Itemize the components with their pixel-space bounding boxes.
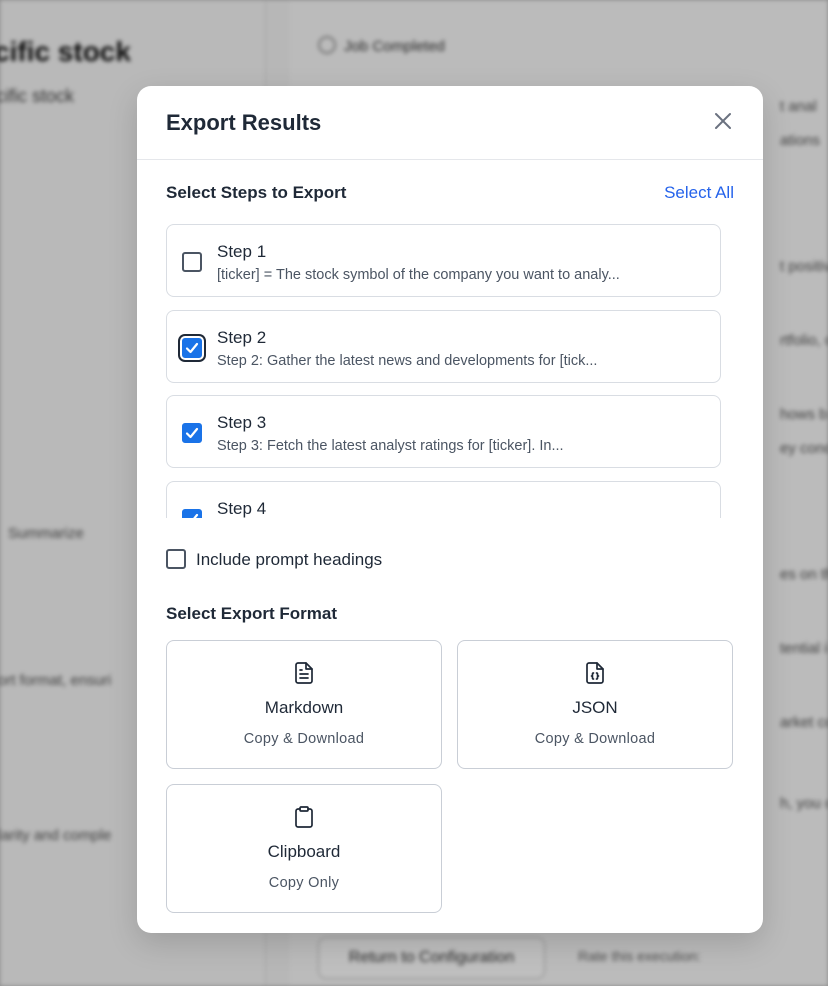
format-name: Markdown: [264, 698, 344, 717]
file-json-icon: [458, 661, 732, 685]
format-description: Copy & Download: [534, 731, 656, 747]
step-title: Step 2: [217, 328, 267, 347]
checkmark-icon: [185, 427, 199, 439]
clipboard-icon: [167, 805, 441, 829]
step-item[interactable]: Step 2 Step 2: Gather the latest news an…: [166, 310, 721, 383]
step-checkbox[interactable]: [182, 252, 202, 272]
step-item[interactable]: Step 1 [ticker] = The stock symbol of th…: [166, 224, 721, 297]
markdown-format-button[interactable]: Markdown Copy & Download: [166, 640, 442, 769]
json-format-button[interactable]: JSON Copy & Download: [457, 640, 733, 769]
step-description: Step 2: Gather the latest news and devel…: [217, 353, 598, 369]
include-headings-checkbox[interactable]: [166, 549, 186, 569]
step-title: Step 4: [217, 499, 267, 518]
step-description: [ticker] = The stock symbol of the compa…: [217, 267, 620, 283]
modal-header: Export Results: [137, 86, 763, 160]
step-title: Step 1: [217, 242, 267, 261]
step-title: Step 3: [217, 413, 267, 432]
format-description: Copy & Download: [243, 731, 365, 747]
step-checkbox[interactable]: [182, 423, 202, 443]
steps-list[interactable]: Step 1 [ticker] = The stock symbol of th…: [166, 224, 734, 518]
include-headings-label: Include prompt headings: [196, 550, 383, 569]
close-button[interactable]: [707, 105, 739, 137]
step-item[interactable]: Step 4: [166, 481, 721, 518]
file-text-icon: [167, 661, 441, 685]
step-checkbox[interactable]: [182, 509, 202, 518]
modal-title: Export Results: [166, 110, 322, 135]
format-name: JSON: [572, 698, 618, 717]
step-checkbox[interactable]: [182, 338, 202, 358]
clipboard-format-button[interactable]: Clipboard Copy Only: [166, 784, 442, 913]
format-description: Copy Only: [268, 875, 340, 891]
format-name: Clipboard: [267, 842, 341, 861]
close-icon: [715, 113, 731, 129]
step-item[interactable]: Step 3 Step 3: Fetch the latest analyst …: [166, 395, 721, 468]
step-description: Step 3: Fetch the latest analyst ratings…: [217, 438, 564, 454]
format-section-label: Select Export Format: [166, 604, 337, 623]
select-all-link[interactable]: Select All: [664, 183, 734, 203]
steps-section-label: Select Steps to Export: [166, 183, 347, 202]
checkmark-icon: [193, 513, 199, 518]
export-results-modal: Export Results Select Steps to Export Se…: [137, 86, 763, 933]
checkmark-icon: [185, 342, 199, 354]
